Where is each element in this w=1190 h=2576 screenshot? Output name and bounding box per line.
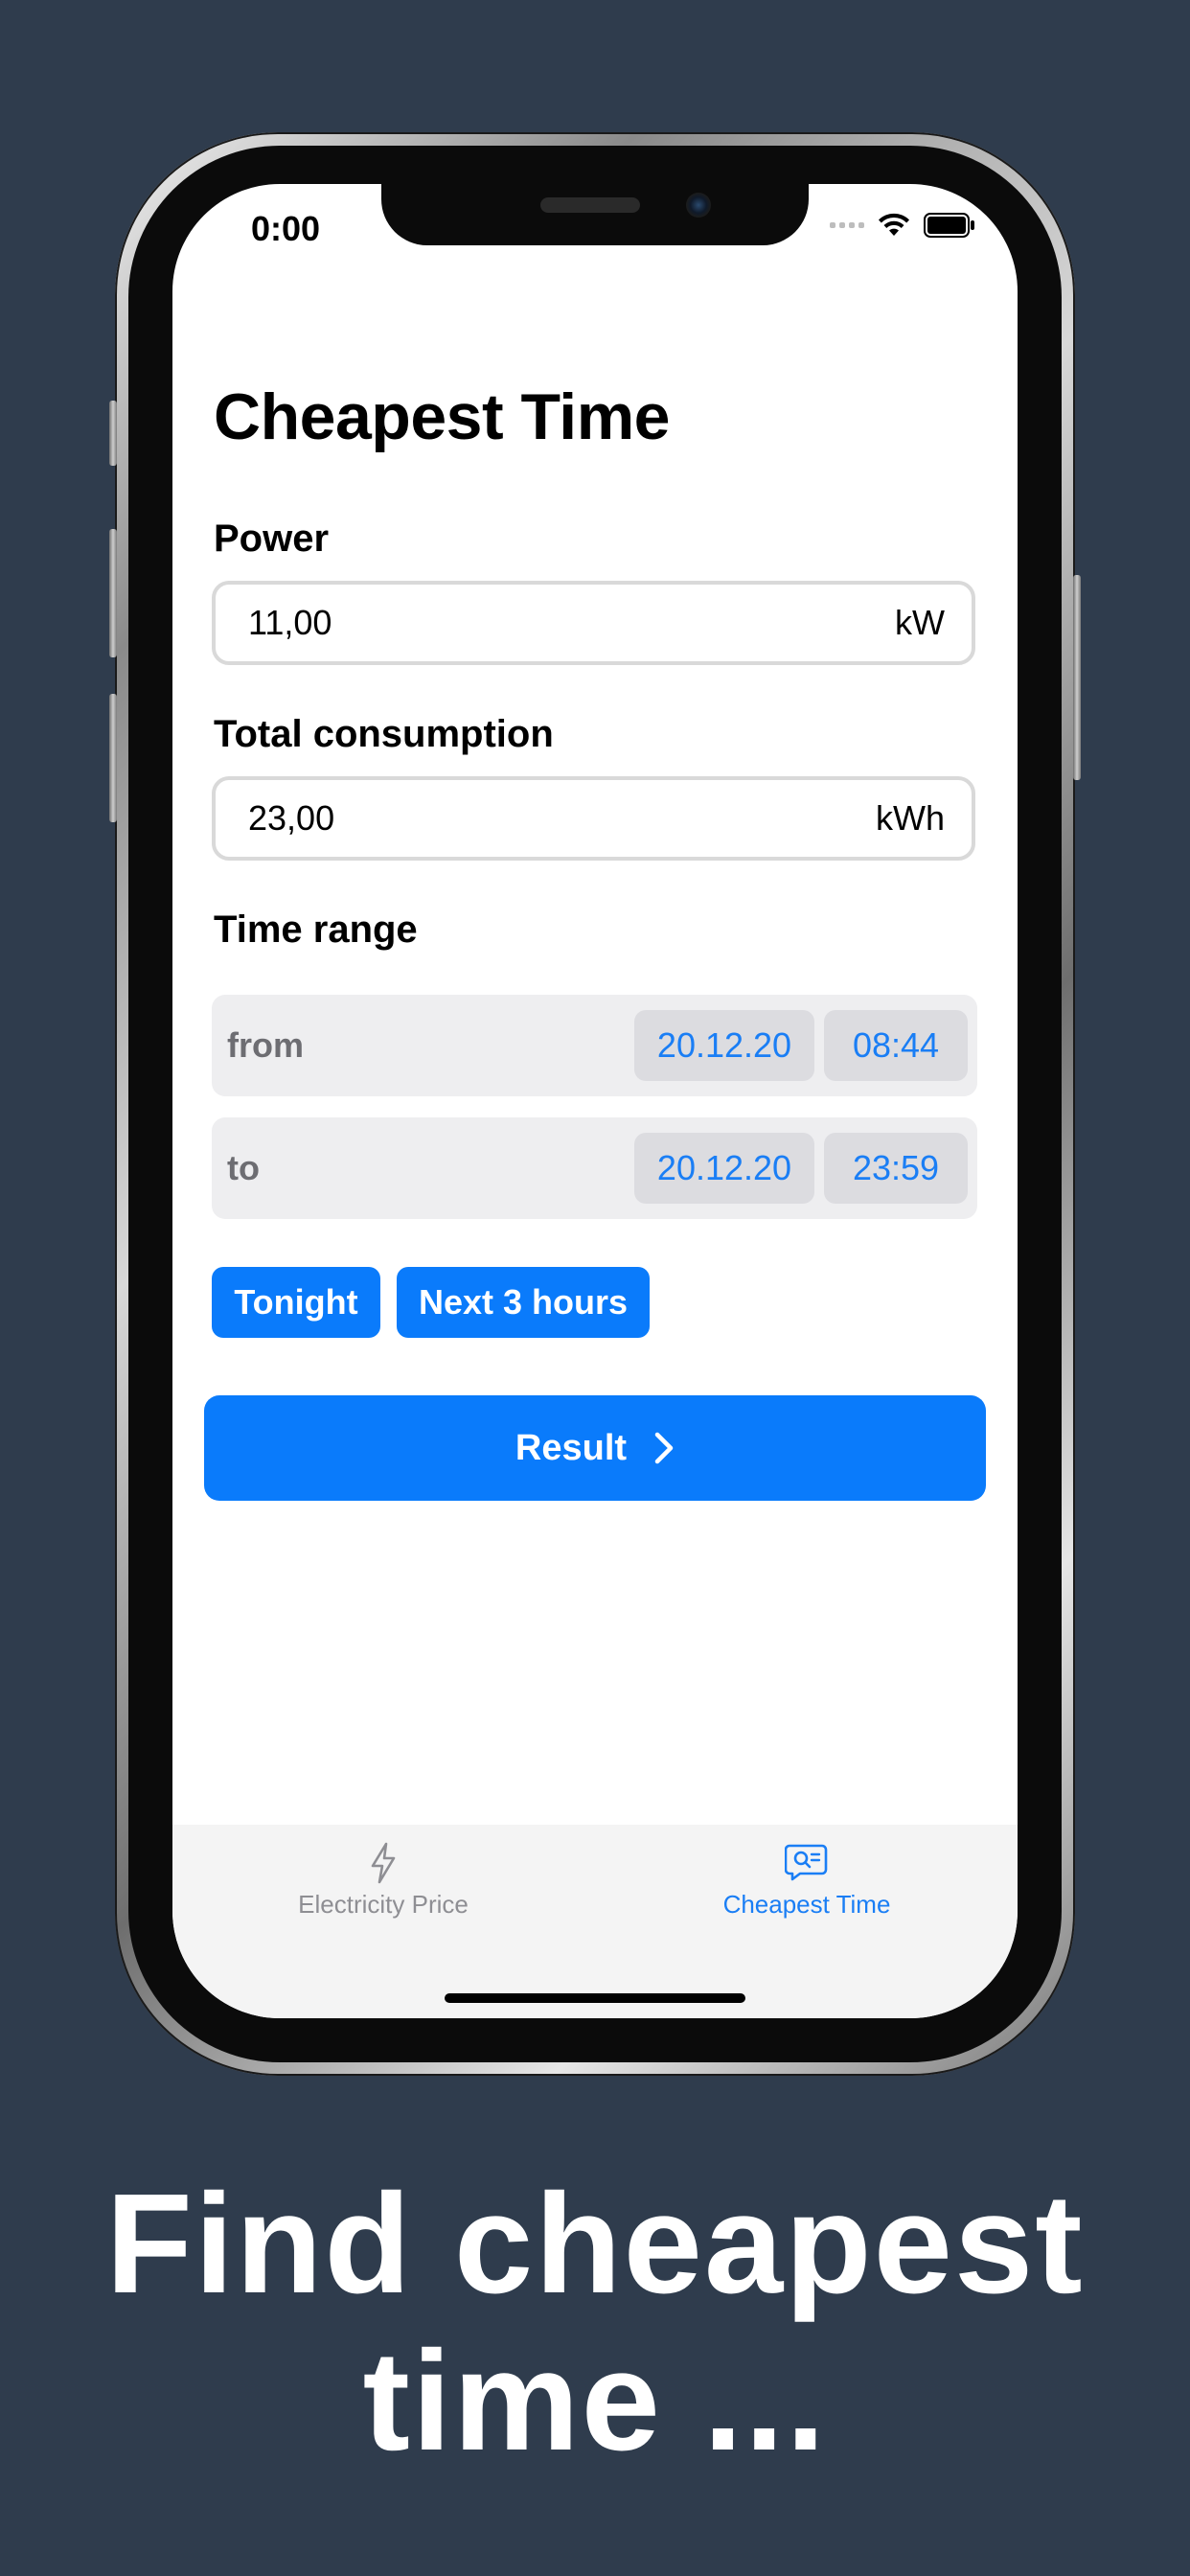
battery-icon [924, 213, 974, 238]
from-row: from 20.12.20 08:44 [212, 995, 977, 1096]
caption-line-1: Find cheapest [105, 2165, 1085, 2323]
tab-label-cheapest-time: Cheapest Time [722, 1890, 891, 1919]
to-date-picker[interactable]: 20.12.20 [634, 1133, 814, 1204]
signal-icon [830, 222, 864, 228]
page-title: Cheapest Time [214, 380, 670, 453]
power-field[interactable]: 11,00 kW [212, 581, 975, 665]
power-unit: kW [895, 603, 945, 642]
volume-down-button [109, 694, 117, 822]
power-value: 11,00 [248, 603, 332, 642]
status-time: 0:00 [251, 209, 321, 248]
tab-bar: Electricity Price Cheapest Time [172, 1825, 1018, 2018]
caption-line-2: time ... [362, 2322, 828, 2480]
consumption-field[interactable]: 23,00 kWh [212, 776, 975, 861]
from-label: from [227, 1025, 304, 1065]
tab-electricity-price[interactable]: Electricity Price [240, 1842, 527, 1920]
mute-switch [109, 401, 117, 466]
time-range-label: Time range [214, 908, 418, 951]
result-button[interactable]: Result [204, 1395, 986, 1501]
notch [381, 184, 809, 245]
search-bubble-icon [785, 1844, 828, 1881]
to-row: to 20.12.20 23:59 [212, 1117, 977, 1219]
result-button-label: Result [515, 1427, 628, 1468]
to-time-picker[interactable]: 23:59 [824, 1133, 968, 1204]
tab-cheapest-time[interactable]: Cheapest Time [663, 1842, 950, 1920]
power-label: Power [214, 518, 330, 560]
consumption-value: 23,00 [248, 798, 335, 838]
status-icons [830, 213, 975, 238]
to-label: to [227, 1148, 260, 1187]
chevron-right-icon [654, 1432, 674, 1464]
front-camera-icon [686, 193, 711, 218]
volume-up-button [109, 529, 117, 657]
from-date-picker[interactable]: 20.12.20 [634, 1010, 814, 1081]
phone-screen: 0:00 Cheapest Time Power 11,00 kW Total … [172, 184, 1018, 2018]
from-time-picker[interactable]: 08:44 [824, 1010, 968, 1081]
marketing-caption: Find cheapest time ... [0, 2166, 1190, 2480]
tab-label-electricity-price: Electricity Price [298, 1890, 469, 1919]
power-button [1073, 575, 1081, 780]
next-3-hours-button[interactable]: Next 3 hours [397, 1267, 650, 1338]
home-indicator[interactable] [445, 1993, 745, 2003]
tonight-button[interactable]: Tonight [212, 1267, 380, 1338]
consumption-label: Total consumption [214, 713, 554, 755]
speaker-grille [540, 197, 640, 213]
wifi-icon [879, 213, 909, 236]
bolt-icon [371, 1842, 396, 1884]
consumption-unit: kWh [876, 798, 945, 838]
